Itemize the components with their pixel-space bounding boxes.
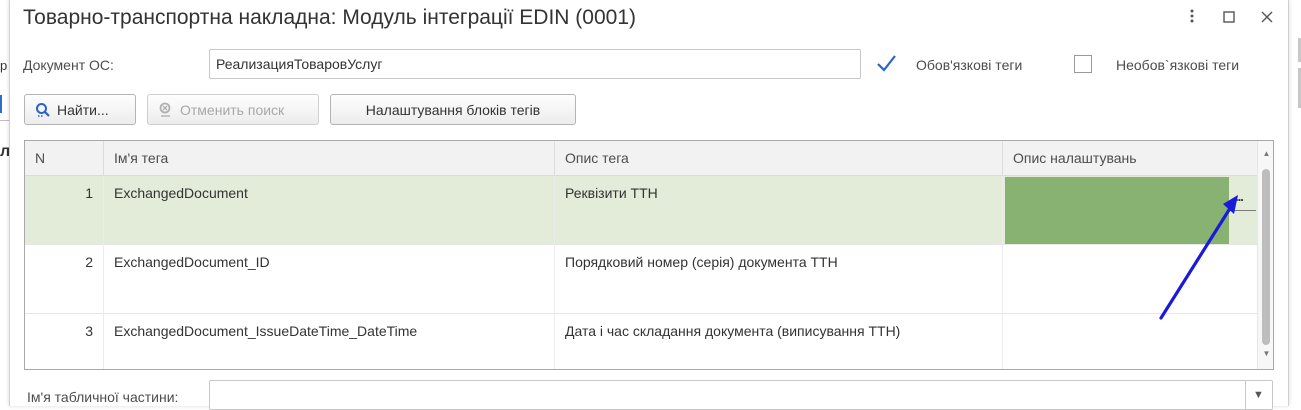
cancel-search-button[interactable]: Отменить поиск xyxy=(147,94,319,125)
table-row[interactable]: 3 ExchangedDocument_IssueDateTime_DateTi… xyxy=(25,314,1257,369)
maximize-icon[interactable] xyxy=(1218,8,1240,30)
tag-block-settings-button[interactable]: Налаштування блоків тегів xyxy=(330,94,576,125)
more-vertical-icon[interactable] xyxy=(1181,8,1203,30)
optional-tags-checkbox[interactable] xyxy=(1074,55,1092,73)
row-tag-name: ExchangedDocument_IssueDateTime_DateTime xyxy=(104,314,555,369)
find-button-label: Найти... xyxy=(57,101,109,118)
table-row[interactable]: 1 ExchangedDocument Реквізити ТТН ... xyxy=(25,176,1257,245)
scrollbar-thumb[interactable] xyxy=(1262,169,1270,345)
close-icon[interactable] xyxy=(1256,8,1278,30)
column-header-tag-description[interactable]: Опис тега xyxy=(555,141,1003,176)
background-accent-bar xyxy=(0,95,2,113)
dialog-window: Товарно-транспортна накладна: Модуль інт… xyxy=(9,0,1289,410)
cancel-search-button-label: Отменить поиск xyxy=(180,101,285,118)
row-number: 1 xyxy=(25,176,104,245)
row-number: 3 xyxy=(25,314,104,369)
optional-tags-label: Необов`язкові теги xyxy=(1116,57,1240,73)
background-window-right xyxy=(1288,0,1301,406)
column-header-n[interactable]: N xyxy=(25,141,104,176)
mandatory-tags-label: Обов'язкові теги xyxy=(916,57,1023,73)
table-vertical-scrollbar[interactable]: ▲ ▼ xyxy=(1257,141,1273,369)
row-tag-name: ExchangedDocument xyxy=(104,176,555,245)
column-header-settings-description[interactable]: Опис налаштувань xyxy=(1003,141,1257,176)
window-title: Товарно-транспортна накладна: Модуль інт… xyxy=(23,6,636,29)
table-row[interactable]: 2 ExchangedDocument_ID Порядковий номер … xyxy=(25,245,1257,314)
row-tag-description: Дата і час складання документа (виписува… xyxy=(555,314,1003,369)
find-button[interactable]: Найти... xyxy=(24,94,136,125)
doc-os-label: Документ ОС: xyxy=(23,57,114,73)
arrow-icon xyxy=(1159,195,1238,320)
column-header-tag-name[interactable]: Ім'я тега xyxy=(104,141,555,176)
background-text-fragment: р xyxy=(0,58,8,73)
row-tag-description: Порядковий номер (серія) документа ТТН xyxy=(555,245,1003,314)
doc-os-input[interactable] xyxy=(209,49,861,79)
scroll-down-icon[interactable]: ▼ xyxy=(1258,347,1273,361)
row-tag-name: ExchangedDocument_ID xyxy=(104,245,555,314)
tag-block-settings-label: Налаштування блоків тегів xyxy=(365,101,541,118)
row-number: 2 xyxy=(25,245,104,314)
search-icon xyxy=(35,102,51,118)
table-part-label: Ім'я табличної частини: xyxy=(27,389,179,405)
mandatory-tags-checkbox[interactable] xyxy=(875,55,896,73)
row-tag-description: Реквізити ТТН xyxy=(555,176,1003,245)
cancel-search-icon xyxy=(158,102,174,118)
scroll-up-icon[interactable]: ▲ xyxy=(1258,147,1273,161)
table-header: N Ім'я тега Опис тега Опис налаштувань xyxy=(25,141,1257,176)
tags-table: N Ім'я тега Опис тега Опис налаштувань 1… xyxy=(24,140,1274,370)
